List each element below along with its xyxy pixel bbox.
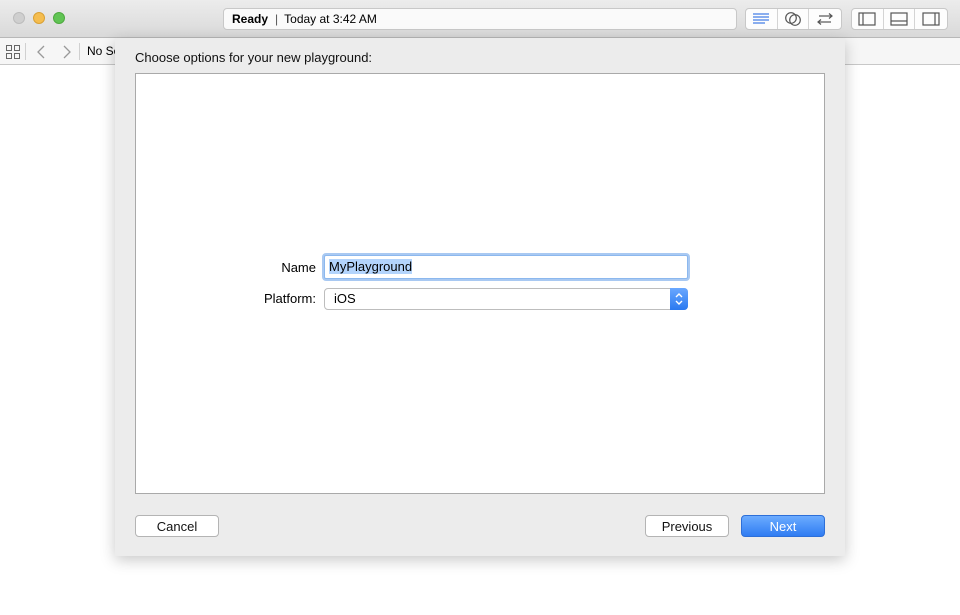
close-window-button[interactable] xyxy=(13,12,25,24)
cancel-button[interactable]: Cancel xyxy=(135,515,219,537)
title-bar: Ready | Today at 3:42 AM xyxy=(0,0,960,38)
jumpbar-divider xyxy=(79,43,80,60)
utilities-toggle-icon xyxy=(922,12,940,26)
status-timestamp: Today at 3:42 AM xyxy=(284,12,377,26)
minimize-window-button[interactable] xyxy=(33,12,45,24)
chevron-up-down-icon xyxy=(675,293,683,305)
status-separator: | xyxy=(275,12,279,26)
new-playground-sheet: Choose options for your new playground: … xyxy=(115,38,845,556)
options-panel: Name MyPlayground Platform: iOS xyxy=(135,73,825,494)
assistant-editor-button[interactable] xyxy=(778,9,810,29)
related-items-button[interactable] xyxy=(5,44,20,59)
name-field-value: MyPlayground xyxy=(329,259,413,274)
name-field[interactable]: MyPlayground xyxy=(324,255,688,279)
chevron-right-icon xyxy=(63,45,71,58)
back-button[interactable] xyxy=(34,44,48,59)
assistant-editor-icon xyxy=(785,12,801,26)
activity-viewer: Ready | Today at 3:42 AM xyxy=(223,8,737,30)
standard-editor-button[interactable] xyxy=(746,9,778,29)
build-status: Ready xyxy=(232,12,269,26)
jumpbar-divider xyxy=(25,43,26,60)
sheet-title: Choose options for your new playground: xyxy=(135,50,373,65)
standard-editor-icon xyxy=(753,13,770,24)
navigator-toggle-button[interactable] xyxy=(852,9,884,29)
xcode-window: Ready | Today at 3:42 AM No Se Choose op… xyxy=(0,0,960,615)
select-stepper[interactable] xyxy=(670,288,688,310)
platform-label: Platform: xyxy=(263,291,316,306)
grid-icon xyxy=(5,44,20,59)
utilities-toggle-button[interactable] xyxy=(915,9,947,29)
editor-mode-control xyxy=(745,8,842,30)
view-toggle-control xyxy=(851,8,948,30)
previous-button[interactable]: Previous xyxy=(645,515,729,537)
name-label: Name xyxy=(281,260,316,275)
zoom-window-button[interactable] xyxy=(53,12,65,24)
debug-area-toggle-button[interactable] xyxy=(884,9,916,29)
debug-area-toggle-icon xyxy=(890,12,908,26)
navigator-toggle-icon xyxy=(858,12,876,26)
next-button[interactable]: Next xyxy=(741,515,825,537)
platform-select[interactable]: iOS xyxy=(324,288,688,310)
version-editor-icon xyxy=(817,13,834,25)
platform-select-value: iOS xyxy=(334,291,356,306)
version-editor-button[interactable] xyxy=(809,9,841,29)
forward-button[interactable] xyxy=(60,44,74,59)
chevron-left-icon xyxy=(37,45,45,58)
